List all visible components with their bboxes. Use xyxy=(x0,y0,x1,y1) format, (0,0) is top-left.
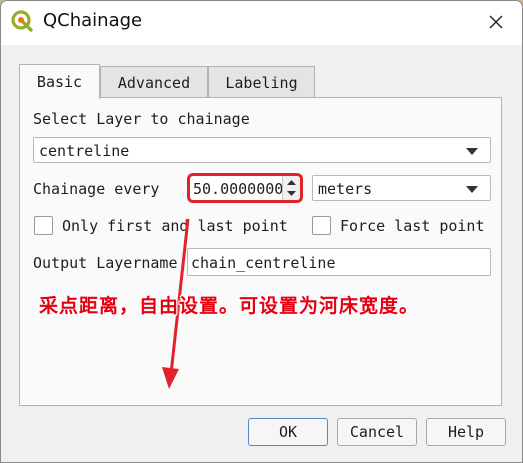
tab-basic[interactable]: Basic xyxy=(19,64,100,99)
cancel-button[interactable]: Cancel xyxy=(337,418,417,446)
annotation-text: 采点距离，自由设置。可设置为河床宽度。 xyxy=(39,295,420,317)
tab-basic-label: Basic xyxy=(36,73,83,91)
ok-button-label: OK xyxy=(278,423,298,441)
cancel-button-label: Cancel xyxy=(349,423,405,441)
ok-button[interactable]: OK xyxy=(248,418,328,446)
help-button-label: Help xyxy=(447,423,485,441)
help-button[interactable]: Help xyxy=(426,418,506,446)
qchainage-dialog: QChainage Basic Advanced Labeling Select… xyxy=(0,0,523,463)
